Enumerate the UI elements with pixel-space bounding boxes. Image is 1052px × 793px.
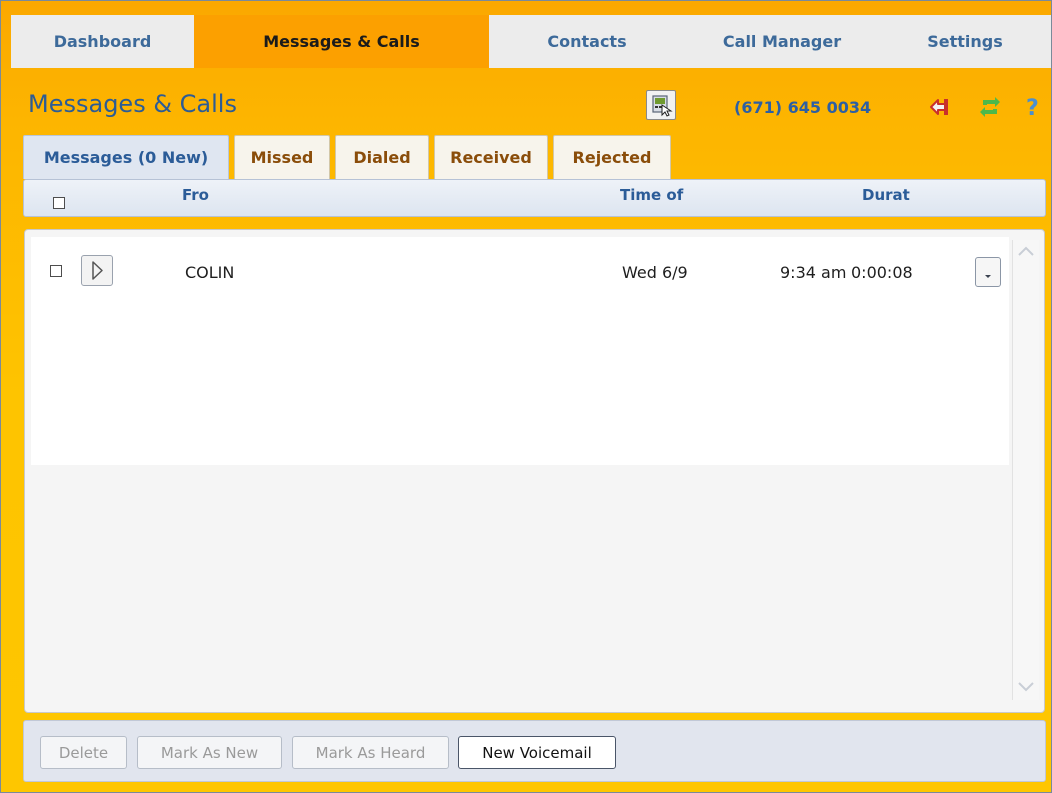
- top-nav: Dashboard Messages & Calls Contacts Call…: [11, 15, 1051, 68]
- nav-tab-dashboard[interactable]: Dashboard: [11, 15, 194, 68]
- column-time[interactable]: Time of: [620, 186, 710, 204]
- kiosk-button[interactable]: [646, 90, 676, 120]
- app-window: Dashboard Messages & Calls Contacts Call…: [0, 0, 1052, 793]
- list-scrollbar[interactable]: [1012, 240, 1039, 700]
- message-list: COLIN Wed 6/9 9:34 am 0:00:08: [24, 229, 1045, 713]
- row-duration: 0:00:08: [851, 263, 913, 282]
- message-rows: COLIN Wed 6/9 9:34 am 0:00:08: [31, 237, 1009, 465]
- new-voicemail-button[interactable]: New Voicemail: [458, 736, 616, 769]
- play-icon: [92, 261, 103, 280]
- mark-as-new-button[interactable]: Mark As New: [137, 736, 282, 769]
- scroll-down-icon[interactable]: [1016, 676, 1036, 696]
- action-bar: Delete Mark As New Mark As Heard New Voi…: [23, 720, 1046, 782]
- subtab-messages[interactable]: Messages (0 New): [23, 135, 229, 179]
- row-checkbox[interactable]: [50, 265, 62, 277]
- row-date: Wed 6/9: [622, 263, 688, 282]
- account-phone-number: (671) 645 0034: [734, 98, 872, 117]
- page-title: Messages & Calls: [28, 90, 237, 118]
- kiosk-icon: [652, 95, 673, 117]
- subtab-missed[interactable]: Missed: [234, 135, 330, 179]
- chevron-down-icon: [985, 275, 991, 278]
- play-button[interactable]: [81, 255, 113, 286]
- nav-tab-call-manager[interactable]: Call Manager: [685, 15, 879, 68]
- row-from: COLIN: [185, 263, 235, 282]
- subtab-received[interactable]: Received: [434, 135, 548, 179]
- table-row[interactable]: COLIN Wed 6/9 9:34 am 0:00:08: [31, 237, 1009, 287]
- refresh-icon[interactable]: [978, 95, 1002, 119]
- logout-icon[interactable]: [927, 95, 951, 119]
- nav-tab-contacts[interactable]: Contacts: [489, 15, 685, 68]
- row-menu-button[interactable]: [975, 257, 1001, 287]
- column-from[interactable]: Fro: [182, 186, 252, 204]
- subtab-rejected[interactable]: Rejected: [553, 135, 671, 179]
- select-all-checkbox[interactable]: [53, 197, 65, 209]
- nav-tab-settings[interactable]: Settings: [879, 15, 1051, 68]
- column-duration[interactable]: Durat: [862, 186, 952, 204]
- help-icon[interactable]: ?: [1021, 95, 1045, 119]
- nav-tab-messages-calls[interactable]: Messages & Calls: [194, 15, 489, 68]
- mark-as-heard-button[interactable]: Mark As Heard: [292, 736, 449, 769]
- subtab-dialed[interactable]: Dialed: [335, 135, 429, 179]
- column-header: Fro Time of Durat: [23, 179, 1046, 217]
- svg-text:?: ?: [1026, 96, 1039, 119]
- delete-button[interactable]: Delete: [40, 736, 127, 769]
- row-time: 9:34 am: [780, 263, 847, 282]
- scroll-up-icon[interactable]: [1016, 242, 1036, 262]
